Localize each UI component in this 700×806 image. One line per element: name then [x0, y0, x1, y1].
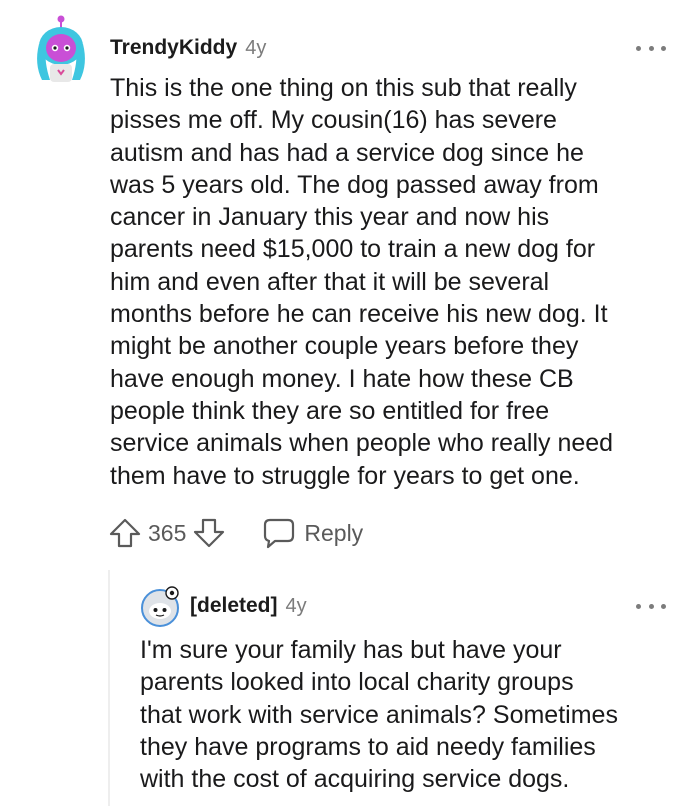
- dot: [648, 603, 654, 609]
- reply-button[interactable]: Reply: [262, 517, 363, 549]
- reply-username: [deleted]: [190, 594, 278, 617]
- dot: [636, 45, 641, 51]
- comment-actions: 365 Reply: [108, 513, 363, 553]
- deleted-user-avatar: [141, 586, 179, 627]
- comment-author-line: TrendyKiddy 4y: [110, 34, 266, 62]
- dot: [661, 45, 666, 51]
- thread-line[interactable]: [108, 570, 110, 806]
- arrow-up-outline-icon[interactable]: [108, 516, 142, 550]
- reply-author-line: [deleted] 4y: [190, 592, 307, 620]
- reply-label: Reply: [304, 519, 364, 546]
- more-options-icon[interactable]: [636, 596, 666, 616]
- more-options-icon[interactable]: [636, 38, 666, 58]
- reply-age: 4y: [285, 595, 307, 617]
- dot: [636, 603, 641, 609]
- reply-body: I'm sure your family has but have your p…: [140, 636, 618, 794]
- comment-username[interactable]: TrendyKiddy: [110, 36, 237, 59]
- dot: [648, 45, 654, 51]
- user-avatar[interactable]: [30, 14, 92, 86]
- arrow-down-outline-icon[interactable]: [192, 516, 226, 550]
- dot: [661, 603, 666, 609]
- vote-score: 365: [148, 519, 187, 546]
- comment-body: This is the one thing on this sub that r…: [110, 74, 614, 490]
- comment-age: 4y: [245, 37, 267, 59]
- speech-bubble-icon: [264, 518, 295, 549]
